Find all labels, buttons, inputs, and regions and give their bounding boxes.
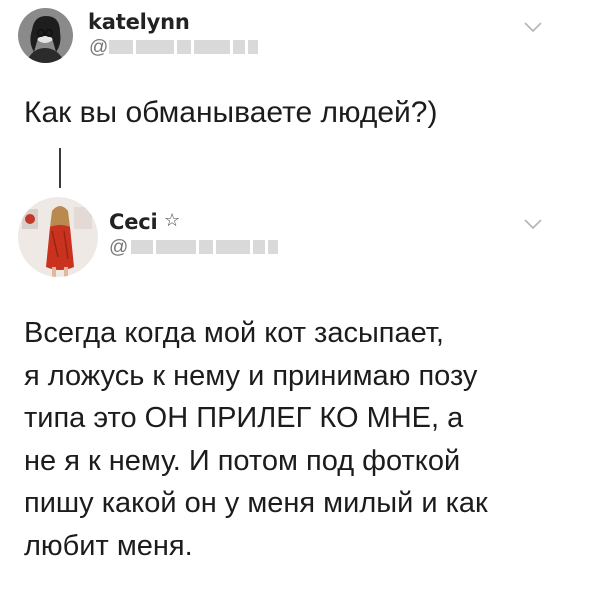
redacted-handle bbox=[109, 40, 258, 54]
avatar-photo bbox=[18, 8, 73, 63]
author-handle[interactable]: @ bbox=[89, 37, 108, 59]
chevron-down-icon[interactable] bbox=[524, 20, 542, 33]
tweet-line: не я к нему. И потом под фоткой bbox=[24, 444, 461, 477]
tweet-line: я ложусь к нему и принимаю позу bbox=[24, 359, 478, 392]
author-handle[interactable]: @ bbox=[109, 237, 128, 259]
avatar-photo bbox=[18, 197, 98, 277]
redacted-handle bbox=[131, 240, 278, 254]
tweet-line: пишу какой он у меня милый и как bbox=[24, 487, 488, 520]
thread-connector bbox=[59, 148, 61, 188]
chevron-down-icon[interactable] bbox=[524, 217, 542, 230]
star-icon: ☆ bbox=[164, 210, 181, 230]
author-name[interactable]: Ceci bbox=[109, 210, 158, 234]
avatar-ceci[interactable] bbox=[18, 197, 98, 277]
tweet-line: Как вы обманываете людей?) bbox=[24, 96, 438, 129]
author-name[interactable]: katelynn bbox=[88, 10, 190, 34]
tweet-text: Всегда когда мой кот засыпает, я ложусь … bbox=[24, 312, 488, 568]
avatar-katelynn[interactable] bbox=[18, 8, 73, 63]
tweet-line: Всегда когда мой кот засыпает, bbox=[24, 317, 444, 349]
tweet-line: любит меня. bbox=[24, 529, 193, 562]
tweet-text: Как вы обманываете людей?) bbox=[24, 96, 437, 130]
tweet-line: типа это ОН ПРИЛЕГ КО МНЕ, а bbox=[24, 402, 464, 435]
